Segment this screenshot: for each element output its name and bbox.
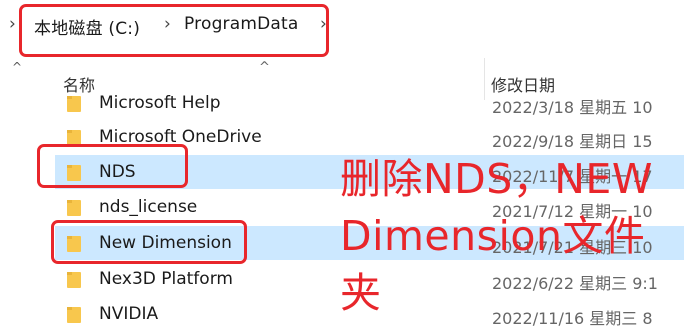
file-date: 2022/3/18 星期五 10 xyxy=(492,98,653,117)
annotation-line: 夹 xyxy=(340,269,382,317)
folder-icon xyxy=(67,96,81,112)
annotation-text: 删除NDS，NEW Dimension文件 夹 xyxy=(340,151,670,322)
folder-icon xyxy=(67,307,81,323)
file-name: Microsoft OneDrive xyxy=(99,127,262,147)
breadcrumb-programdata[interactable]: ProgramData xyxy=(184,14,299,34)
file-date: 2022/9/18 星期日 15 xyxy=(492,132,653,151)
breadcrumb-local-disk[interactable]: 本地磁盘 (C:) xyxy=(34,14,140,39)
address-bar[interactable]: › 本地磁盘 (C:) › ProgramData › xyxy=(0,0,684,54)
list-item-microsoft-onedrive[interactable]: Microsoft OneDrive 2022/9/18 星期日 15 xyxy=(55,120,684,154)
folder-icon xyxy=(67,165,81,181)
file-name: Microsoft Help xyxy=(99,93,221,113)
chevron-right-icon[interactable]: › xyxy=(9,14,16,34)
folder-icon xyxy=(67,236,81,252)
annotation-line: Dimension文件 xyxy=(340,212,646,260)
annotation-line: 删除NDS，NEW xyxy=(340,155,653,203)
file-name: New Dimension xyxy=(99,233,232,253)
folder-icon xyxy=(67,130,81,146)
scroll-up-arrow-icon[interactable]: ^ xyxy=(6,60,28,80)
file-name: Nex3D Platform xyxy=(99,269,233,289)
folder-icon xyxy=(67,200,81,216)
file-name: NVIDIA xyxy=(99,304,159,324)
chevron-right-icon[interactable]: › xyxy=(164,14,171,34)
sort-chevron-up-icon[interactable]: ^ xyxy=(259,60,270,75)
folder-icon xyxy=(67,272,81,288)
list-item-microsoft-help[interactable]: Microsoft Help 2022/3/18 星期五 10 xyxy=(55,86,684,120)
file-name: NDS xyxy=(99,162,136,182)
file-name: nds_license xyxy=(99,197,198,217)
chevron-right-icon[interactable]: › xyxy=(320,14,327,34)
